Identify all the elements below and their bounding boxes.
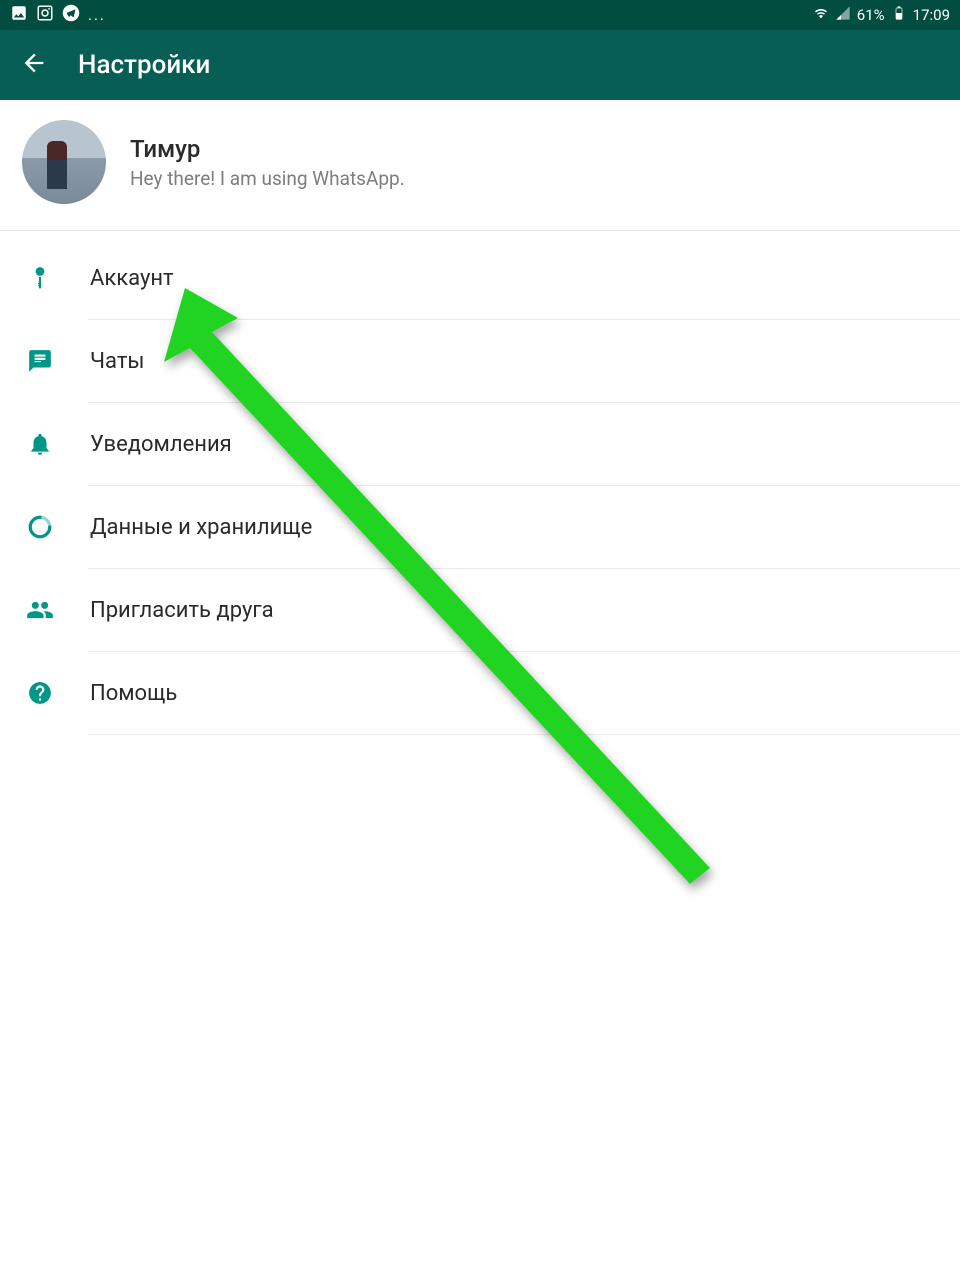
bell-icon: [26, 430, 54, 458]
status-bar: ... 61% 17:09: [0, 0, 960, 30]
telegram-icon: [62, 4, 80, 26]
status-bar-left: ...: [10, 4, 106, 26]
settings-list: Аккаунт Чаты Уведомления Данные и хранил…: [0, 231, 960, 735]
battery-icon: [891, 5, 907, 25]
data-icon: [26, 513, 54, 541]
status-bar-right: 61% 17:09: [813, 5, 950, 25]
settings-label: Пригласить друга: [90, 598, 934, 623]
signal-icon: [835, 5, 851, 25]
settings-label: Данные и хранилище: [90, 515, 934, 540]
settings-item-invite-friend[interactable]: Пригласить друга: [0, 569, 960, 651]
page-title: Настройки: [78, 50, 210, 80]
profile-status: Hey there! I am using WhatsApp.: [130, 167, 405, 190]
settings-label: Чаты: [90, 349, 934, 374]
avatar[interactable]: [22, 120, 106, 204]
settings-label: Уведомления: [90, 432, 934, 457]
app-bar: Настройки: [0, 30, 960, 100]
settings-label: Помощь: [90, 681, 934, 706]
settings-item-data-storage[interactable]: Данные и хранилище: [0, 486, 960, 568]
divider: [88, 734, 960, 735]
settings-label: Аккаунт: [90, 266, 934, 291]
gallery-icon: [10, 4, 28, 26]
instagram-icon: [36, 4, 54, 26]
clock-time: 17:09: [913, 6, 950, 24]
help-icon: [26, 679, 54, 707]
wifi-icon: [813, 5, 829, 25]
back-arrow-icon[interactable]: [20, 49, 48, 81]
settings-item-account[interactable]: Аккаунт: [0, 237, 960, 319]
message-icon: [26, 347, 54, 375]
profile-name: Тимур: [130, 135, 405, 163]
settings-item-help[interactable]: Помощь: [0, 652, 960, 734]
profile-info: Тимур Hey there! I am using WhatsApp.: [130, 135, 405, 190]
key-icon: [26, 264, 54, 292]
profile-section[interactable]: Тимур Hey there! I am using WhatsApp.: [0, 100, 960, 231]
settings-item-notifications[interactable]: Уведомления: [0, 403, 960, 485]
people-icon: [26, 596, 54, 624]
battery-percent: 61%: [857, 6, 885, 24]
status-more: ...: [88, 6, 106, 24]
settings-item-chats[interactable]: Чаты: [0, 320, 960, 402]
